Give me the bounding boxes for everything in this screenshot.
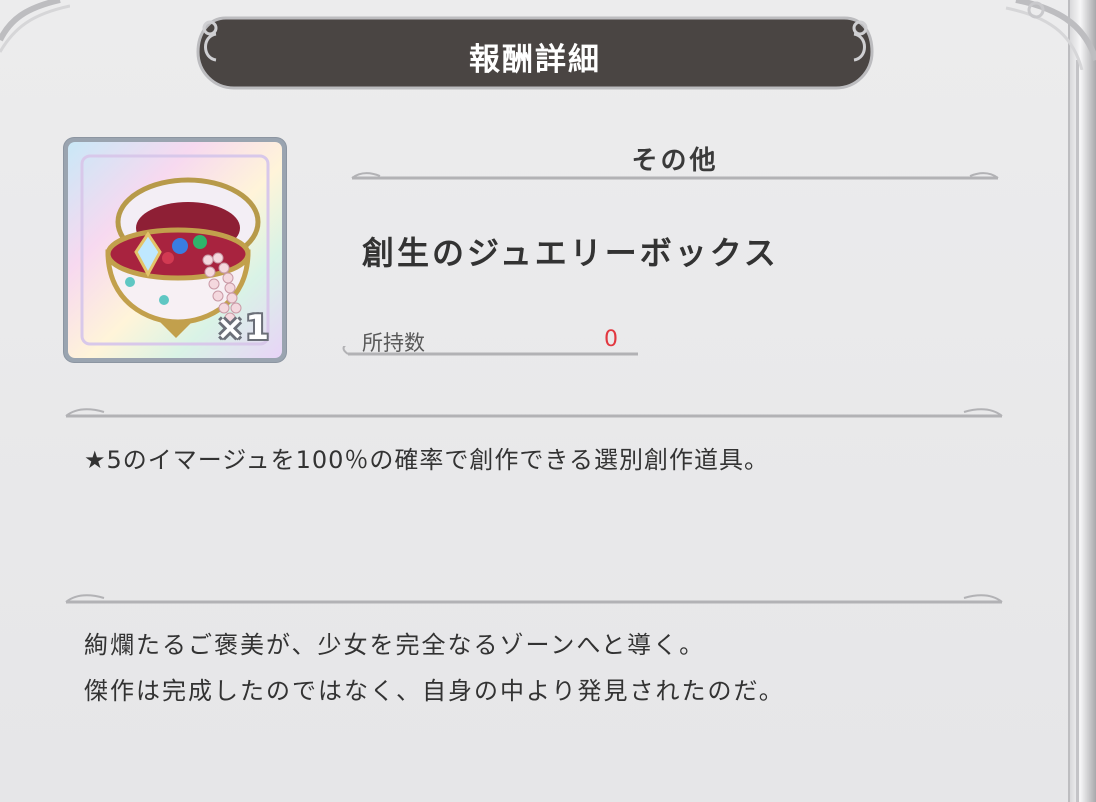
reward-detail-dialog: 報酬詳細 ×1 その他 創生のジュエリーボックス 所持数 0 ★5のイマージュを… [0,0,1096,802]
item-description: ★5のイマージュを100％の確率で創作できる選別創作道具。 [84,446,769,474]
flavor-line-2: 傑作は完成したのではなく、自身の中より発見されたのだ。 [84,677,785,705]
category-divider [351,172,999,180]
title-banner: 報酬詳細 [196,14,874,90]
corner-ornament-right [1005,0,1096,70]
flavor-text: 絢爛たるご褒美が、少女を完全なるゾーンへと導く。 傑作は完成したのではなく、自身… [84,622,785,714]
corner-ornament-left [0,0,70,53]
owned-divider [342,346,638,356]
item-name: 創生のジュエリーボックス [362,234,779,272]
dialog-title: 報酬詳細 [469,42,601,78]
right-frame-border [1068,0,1096,802]
item-quantity: ×1 [215,308,270,348]
flavor-line-1: 絢爛たるご褒美が、少女を完全なるゾーンへと導く。 [84,631,706,659]
description-divider [65,408,1003,418]
flavor-divider [65,594,1003,604]
item-card: ×1 [64,138,286,362]
